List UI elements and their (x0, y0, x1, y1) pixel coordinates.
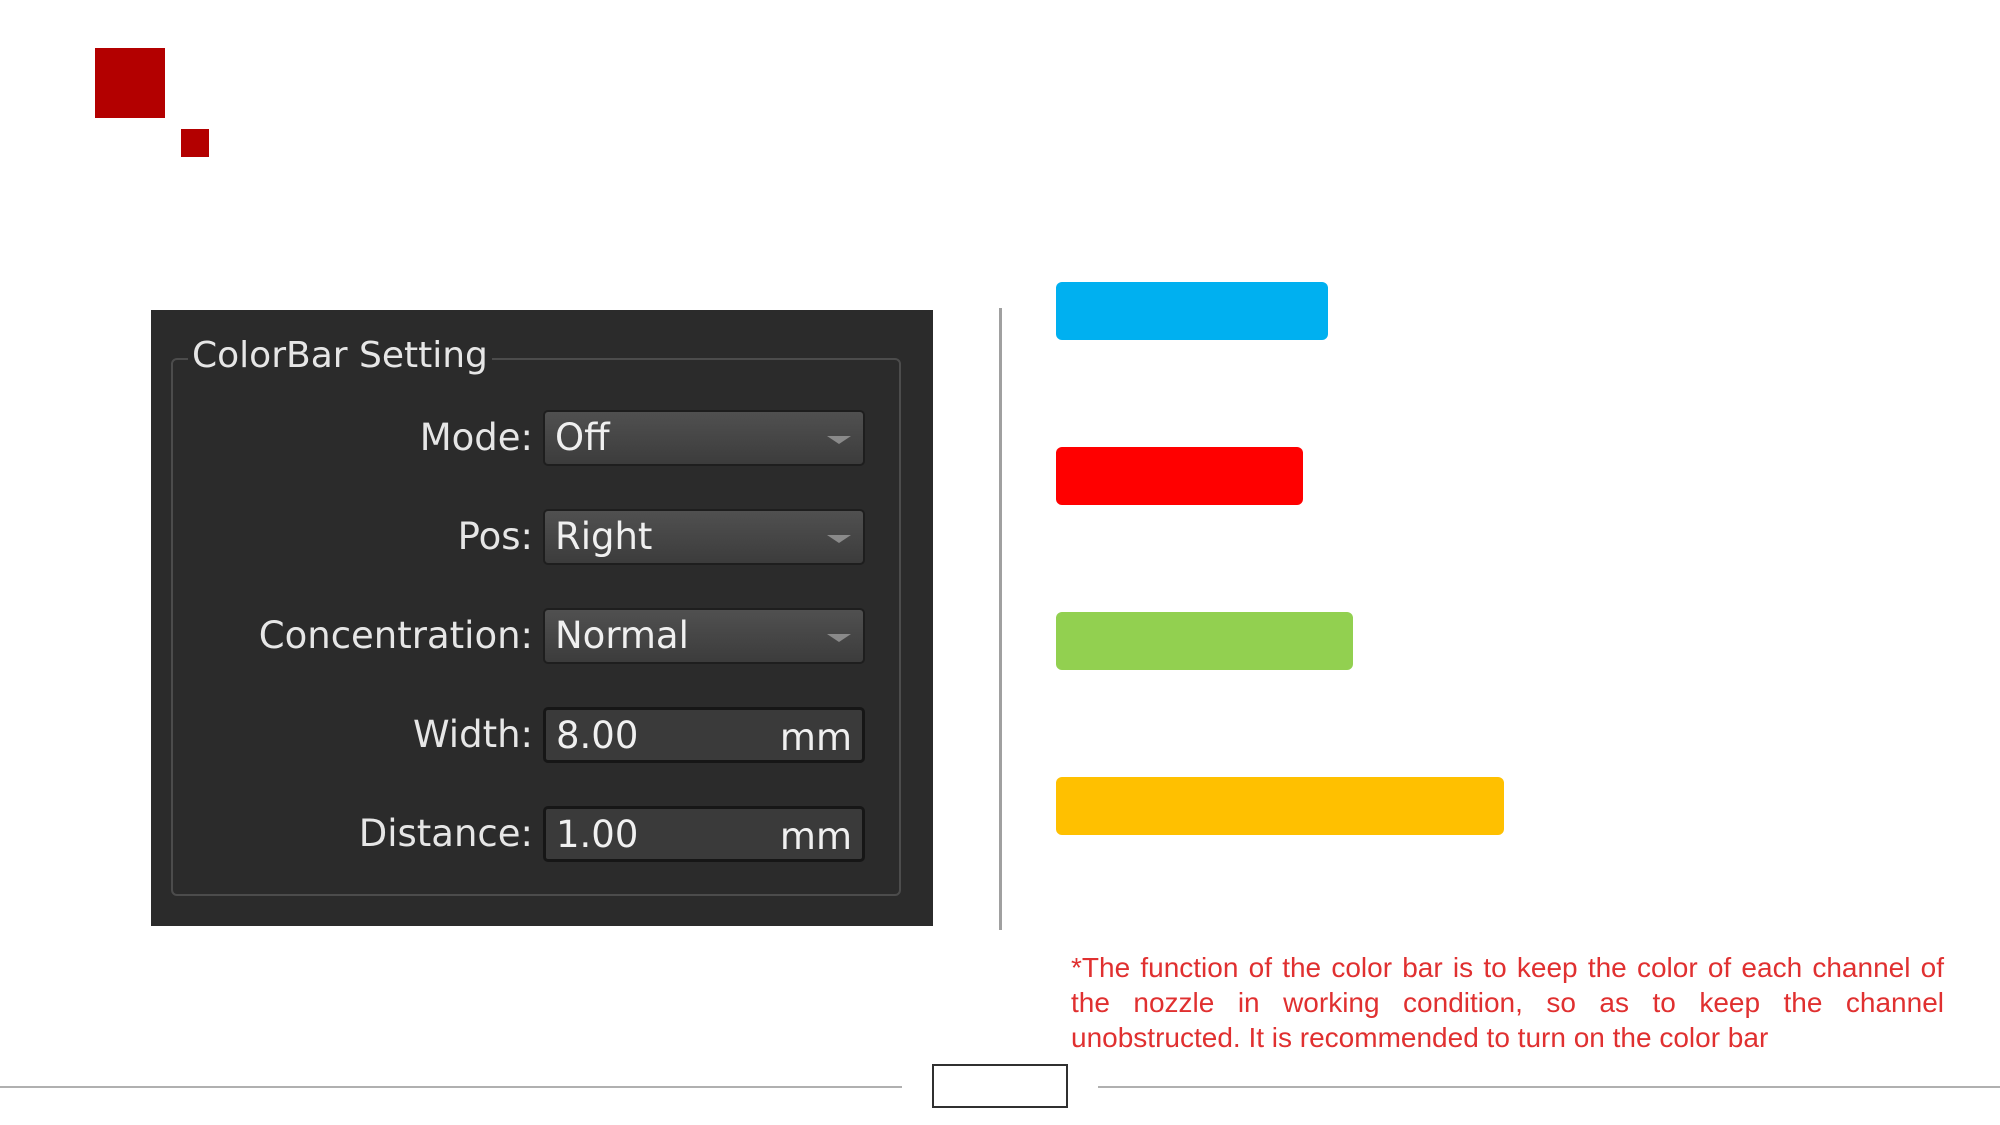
pos-label: Pos: (457, 515, 533, 558)
mode-value: Off (555, 416, 610, 459)
color-bar-blue (1056, 282, 1328, 340)
concentration-row: Concentration: Normal (151, 608, 933, 664)
chevron-down-icon (827, 634, 851, 642)
distance-unit: mm (779, 815, 852, 858)
color-bar-red (1056, 447, 1303, 505)
concentration-select[interactable]: Normal (543, 608, 865, 664)
width-unit: mm (779, 716, 852, 759)
page-number-box (932, 1064, 1068, 1108)
logo-square-large (95, 48, 165, 118)
footer-line-left (0, 1086, 902, 1088)
distance-value: 1.00 (556, 813, 639, 856)
colorbar-setting-panel: ColorBar Setting Mode: Off Pos: Right Co… (151, 310, 933, 926)
width-row: Width: 8.00 mm (151, 707, 933, 763)
chevron-down-icon (827, 436, 851, 444)
colorbar-setting-title: ColorBar Setting (188, 334, 492, 378)
logo-square-small (181, 129, 209, 157)
pos-value: Right (555, 515, 653, 558)
distance-row: Distance: 1.00 mm (151, 806, 933, 862)
concentration-label: Concentration: (258, 614, 533, 657)
footer-line-right (1098, 1086, 2000, 1088)
mode-select[interactable]: Off (543, 410, 865, 466)
width-value: 8.00 (556, 714, 639, 757)
concentration-value: Normal (555, 614, 689, 657)
chevron-down-icon (827, 535, 851, 543)
pos-row: Pos: Right (151, 509, 933, 565)
color-bar-yellow (1056, 777, 1504, 835)
width-spinbox[interactable]: 8.00 mm (543, 707, 865, 763)
pos-select[interactable]: Right (543, 509, 865, 565)
distance-label: Distance: (358, 812, 533, 855)
mode-row: Mode: Off (151, 410, 933, 466)
colorbar-note: *The function of the color bar is to kee… (1071, 952, 1944, 1053)
vertical-divider (999, 308, 1002, 930)
color-bar-green (1056, 612, 1353, 670)
distance-spinbox[interactable]: 1.00 mm (543, 806, 865, 862)
width-label: Width: (413, 713, 533, 756)
mode-label: Mode: (419, 416, 533, 459)
